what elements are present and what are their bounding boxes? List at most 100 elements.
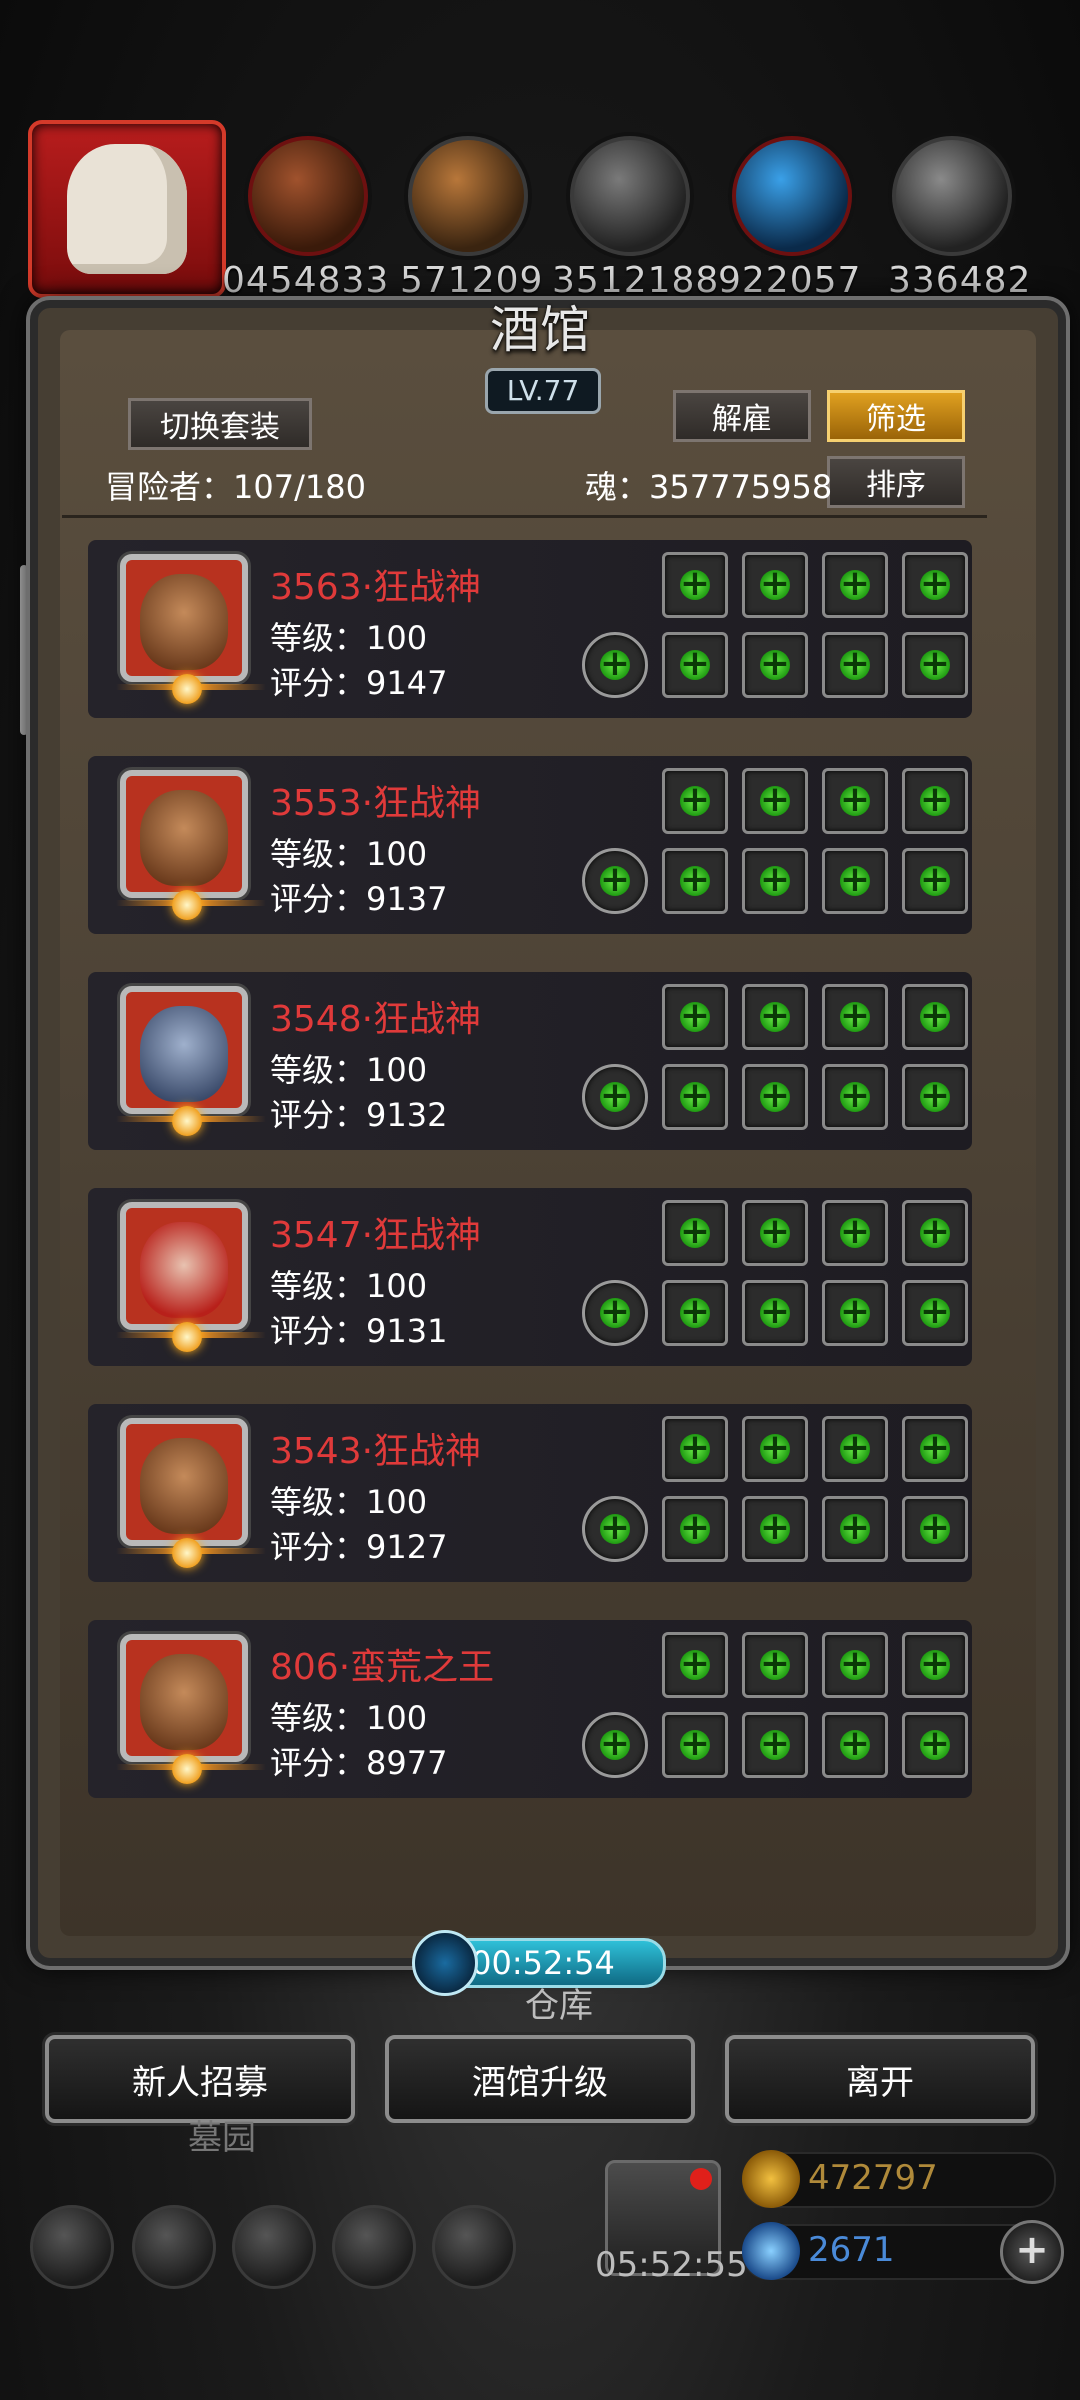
hero-name: 3563·狂战神 bbox=[270, 567, 482, 608]
ring-slot-icon[interactable] bbox=[822, 1416, 888, 1482]
gloves-slot-icon[interactable] bbox=[742, 1280, 808, 1346]
gloves-slot-icon[interactable] bbox=[742, 1496, 808, 1562]
ring-slot-icon[interactable] bbox=[822, 1632, 888, 1698]
gloves-slot-icon[interactable] bbox=[742, 632, 808, 698]
switch-set-button[interactable]: 切换套装 bbox=[128, 398, 312, 450]
hero-row[interactable]: 806·蛮荒之王 等级：100 评分：8977 bbox=[88, 1620, 972, 1798]
resource-count-4: 922057 bbox=[718, 260, 862, 301]
leave-button[interactable]: 离开 bbox=[725, 2035, 1035, 2123]
settings-icon[interactable] bbox=[30, 2205, 114, 2289]
sword-slot-icon[interactable] bbox=[662, 1280, 728, 1346]
weapon-slot-icon[interactable] bbox=[582, 1064, 648, 1130]
sword-slot-icon[interactable] bbox=[662, 1496, 728, 1562]
ring-slot-2-icon[interactable] bbox=[902, 552, 968, 618]
sword-slot-icon[interactable] bbox=[662, 1712, 728, 1778]
helmet-slot-icon[interactable] bbox=[662, 1632, 728, 1698]
ring-slot-2-icon[interactable] bbox=[902, 1200, 968, 1266]
armor-slot-icon[interactable] bbox=[742, 552, 808, 618]
sword-slot-icon[interactable] bbox=[662, 1064, 728, 1130]
iron-resource-icon[interactable] bbox=[570, 136, 690, 256]
ring-slot-2-icon[interactable] bbox=[902, 1416, 968, 1482]
boots-slot-icon[interactable] bbox=[822, 848, 888, 914]
hero-portrait[interactable] bbox=[116, 1634, 266, 1784]
amulet-slot-icon[interactable] bbox=[902, 1712, 968, 1778]
upgrade-tavern-button[interactable]: 酒馆升级 bbox=[385, 2035, 695, 2123]
hero-portrait[interactable] bbox=[116, 770, 266, 920]
ring-slot-icon[interactable] bbox=[822, 984, 888, 1050]
hero-level: 等级：100 bbox=[270, 1267, 428, 1305]
ring-slot-2-icon[interactable] bbox=[902, 768, 968, 834]
hero-portrait[interactable] bbox=[116, 1202, 266, 1352]
amulet-slot-icon[interactable] bbox=[902, 1064, 968, 1130]
ring-slot-icon[interactable] bbox=[822, 1200, 888, 1266]
horse-icon bbox=[67, 144, 187, 274]
hero-row[interactable]: 3548·狂战神 等级：100 评分：9132 bbox=[88, 972, 972, 1150]
armor-slot-icon[interactable] bbox=[742, 1416, 808, 1482]
guild-icon[interactable] bbox=[232, 2205, 316, 2289]
hero-face-icon bbox=[140, 790, 228, 886]
crystal-resource-icon[interactable] bbox=[732, 136, 852, 256]
armor-slot-icon[interactable] bbox=[742, 1632, 808, 1698]
boots-slot-icon[interactable] bbox=[822, 1496, 888, 1562]
helmet-slot-icon[interactable] bbox=[662, 768, 728, 834]
add-gems-button[interactable]: + bbox=[1000, 2220, 1064, 2284]
amulet-slot-icon[interactable] bbox=[902, 1280, 968, 1346]
meat-resource-icon[interactable] bbox=[248, 136, 368, 256]
weapon-slot-icon[interactable] bbox=[582, 1280, 648, 1346]
gloves-slot-icon[interactable] bbox=[742, 1064, 808, 1130]
hero-name: 3543·狂战神 bbox=[270, 1431, 482, 1472]
helmet-slot-icon[interactable] bbox=[662, 1200, 728, 1266]
weapon-slot-icon[interactable] bbox=[582, 632, 648, 698]
hero-row[interactable]: 3553·狂战神 等级：100 评分：9137 bbox=[88, 756, 972, 934]
hero-row[interactable]: 3547·狂战神 等级：100 评分：9131 bbox=[88, 1188, 972, 1366]
amulet-slot-icon[interactable] bbox=[902, 848, 968, 914]
weapon-slot-icon[interactable] bbox=[582, 1496, 648, 1562]
boots-slot-icon[interactable] bbox=[822, 1280, 888, 1346]
helmet-slot-icon[interactable] bbox=[662, 1416, 728, 1482]
sword-slot-icon[interactable] bbox=[662, 848, 728, 914]
armor-slot-icon[interactable] bbox=[742, 1200, 808, 1266]
ring-slot-2-icon[interactable] bbox=[902, 1632, 968, 1698]
achievement-icon[interactable] bbox=[132, 2205, 216, 2289]
sword-slot-icon[interactable] bbox=[662, 632, 728, 698]
ring-slot-icon[interactable] bbox=[822, 768, 888, 834]
stone-resource-icon[interactable] bbox=[892, 136, 1012, 256]
ring-slot-2-icon[interactable] bbox=[902, 984, 968, 1050]
clock-icon bbox=[412, 1930, 478, 1996]
chest-icon[interactable] bbox=[432, 2205, 516, 2289]
sun-icon bbox=[172, 1538, 202, 1568]
hero-level: 等级：100 bbox=[270, 619, 428, 657]
boots-slot-icon[interactable] bbox=[822, 632, 888, 698]
gloves-slot-icon[interactable] bbox=[742, 1712, 808, 1778]
sun-icon bbox=[172, 1106, 202, 1136]
boots-slot-icon[interactable] bbox=[822, 1064, 888, 1130]
gloves-slot-icon[interactable] bbox=[742, 848, 808, 914]
hero-row[interactable]: 3563·狂战神 等级：100 评分：9147 bbox=[88, 540, 972, 718]
mail-icon[interactable] bbox=[332, 2205, 416, 2289]
hero-level: 等级：100 bbox=[270, 835, 428, 873]
amulet-slot-icon[interactable] bbox=[902, 1496, 968, 1562]
hero-portrait[interactable] bbox=[116, 1418, 266, 1568]
sort-button[interactable]: 排序 bbox=[827, 456, 965, 508]
hero-portrait[interactable] bbox=[116, 986, 266, 1136]
hero-score: 评分：8977 bbox=[270, 1744, 448, 1782]
filter-button[interactable]: 筛选 bbox=[827, 390, 965, 442]
soul-count: 魂：357775958 bbox=[585, 468, 833, 506]
helmet-slot-icon[interactable] bbox=[662, 552, 728, 618]
wood-resource-icon[interactable] bbox=[408, 136, 528, 256]
armor-slot-icon[interactable] bbox=[742, 768, 808, 834]
helmet-slot-icon[interactable] bbox=[662, 984, 728, 1050]
armor-slot-icon[interactable] bbox=[742, 984, 808, 1050]
boots-slot-icon[interactable] bbox=[822, 1712, 888, 1778]
ring-slot-icon[interactable] bbox=[822, 552, 888, 618]
weapon-slot-icon[interactable] bbox=[582, 848, 648, 914]
hero-row[interactable]: 3543·狂战神 等级：100 评分：9127 bbox=[88, 1404, 972, 1582]
weapon-slot-icon[interactable] bbox=[582, 1712, 648, 1778]
hero-portrait[interactable] bbox=[116, 554, 266, 704]
amulet-slot-icon[interactable] bbox=[902, 632, 968, 698]
dismiss-button[interactable]: 解雇 bbox=[673, 390, 811, 442]
storage-label: 仓库 bbox=[525, 1986, 593, 2026]
sun-icon bbox=[172, 674, 202, 704]
scrollbar[interactable] bbox=[20, 565, 28, 735]
player-avatar[interactable] bbox=[28, 120, 226, 298]
